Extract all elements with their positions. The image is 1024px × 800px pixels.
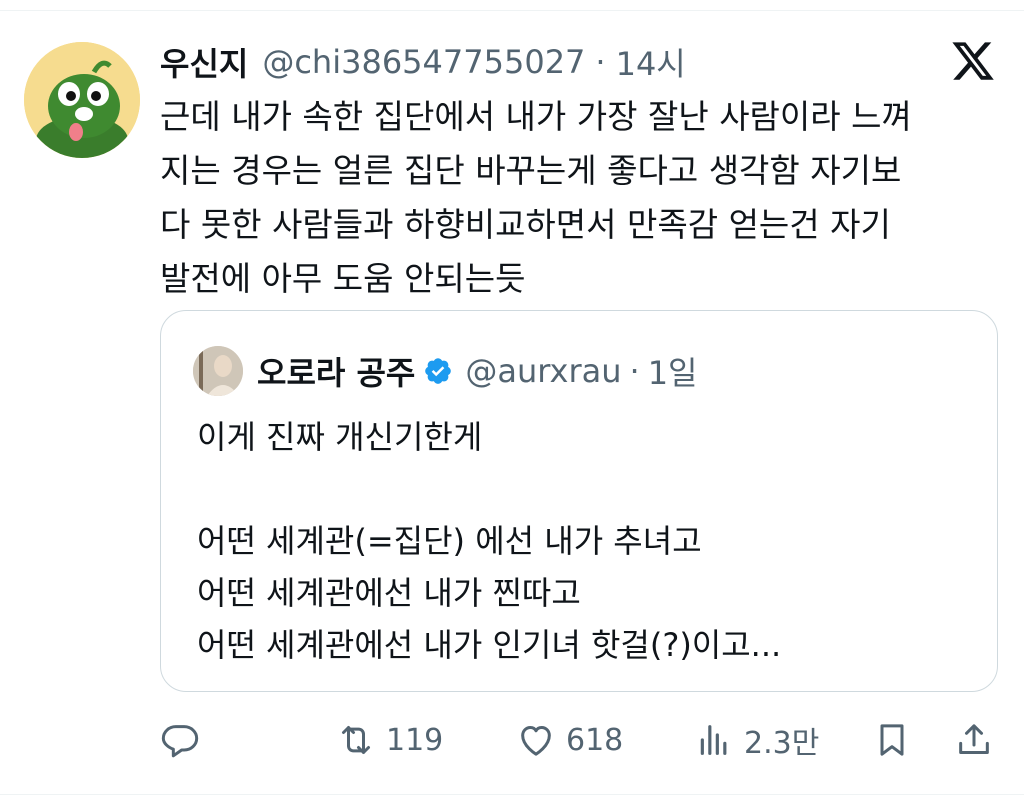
quoted-tweet-card[interactable]: 오로라 공주 @aurxrau · 1일 이게 진짜 개신기한게 어떤 세계관(…	[160, 310, 998, 692]
retweet-icon	[342, 726, 370, 754]
tweet-text: 근데 내가 속한 집단에서 내가 가장 잘난 사람이라 느껴 지는 경우는 얼른…	[160, 90, 1000, 306]
share-button[interactable]	[954, 712, 994, 768]
bookmark-icon	[880, 724, 904, 756]
quoted-tweet-text: 이게 진짜 개신기한게 어떤 세계관(=집단) 에선 내가 추녀고 어떤 세계관…	[197, 411, 977, 671]
like-button[interactable]: 618	[516, 712, 623, 768]
tweet-text-line: 발전에 아무 도움 안되는듯	[160, 259, 526, 298]
header-separator: ·	[595, 43, 606, 81]
quoted-tweet-header: 오로라 공주 @aurxrau · 1일	[193, 345, 698, 397]
x-logo-icon	[950, 38, 996, 84]
quoted-tweet-time[interactable]: 1일	[648, 348, 698, 394]
views-count: 2.3만	[744, 726, 820, 761]
reply-button[interactable]	[160, 712, 200, 768]
share-icon	[959, 724, 989, 754]
frog-avatar-image	[24, 42, 140, 158]
quoted-avatar-image	[193, 346, 243, 396]
quoted-text-line: 어떤 세계관에선 내가 찐따고	[197, 574, 581, 612]
quoted-author-handle[interactable]: @aurxrau	[465, 352, 621, 390]
bottom-divider	[0, 794, 1024, 795]
retweet-count: 119	[386, 722, 444, 758]
author-handle[interactable]: @chi386547755027	[262, 43, 585, 81]
quoted-author-avatar[interactable]	[193, 346, 243, 396]
author-avatar[interactable]	[24, 42, 140, 158]
retweet-button[interactable]: 119	[336, 712, 443, 768]
top-divider	[0, 10, 1024, 11]
quoted-author-name[interactable]: 오로라 공주	[257, 348, 415, 394]
views-button[interactable]: 2.3만	[694, 712, 819, 768]
quoted-text-line: 어떤 세계관(=집단) 에선 내가 추녀고	[197, 522, 702, 560]
author-name[interactable]: 우신지	[160, 39, 248, 85]
action-bar: 119 618 2.3만	[160, 712, 1000, 768]
quoted-text-line	[197, 463, 977, 515]
quoted-header-separator: ·	[629, 352, 640, 390]
tweet-text-line: 다 못한 사람들과 하향비교하면서 만족감 얻는건 자기	[160, 205, 891, 244]
bookmark-button[interactable]	[872, 712, 912, 768]
reply-icon	[161, 725, 199, 758]
tweet-time[interactable]: 14시	[616, 39, 686, 85]
tweet-header: 우신지 @chi386547755027 · 14시	[160, 38, 686, 86]
quoted-text-line: 어떤 세계관에선 내가 인기녀 핫걸(?)이고...	[197, 626, 782, 664]
quoted-text-line: 이게 진짜 개신기한게	[197, 418, 483, 456]
tweet-text-line: 지는 경우는 얼른 집단 바꾸는게 좋다고 생각함 자기보	[160, 151, 902, 190]
views-icon	[700, 725, 727, 755]
heart-icon	[521, 726, 551, 756]
like-count: 618	[566, 722, 624, 758]
tweet-text-line: 근데 내가 속한 집단에서 내가 가장 잘난 사람이라 느껴	[160, 97, 912, 136]
verified-badge-icon	[425, 358, 452, 384]
